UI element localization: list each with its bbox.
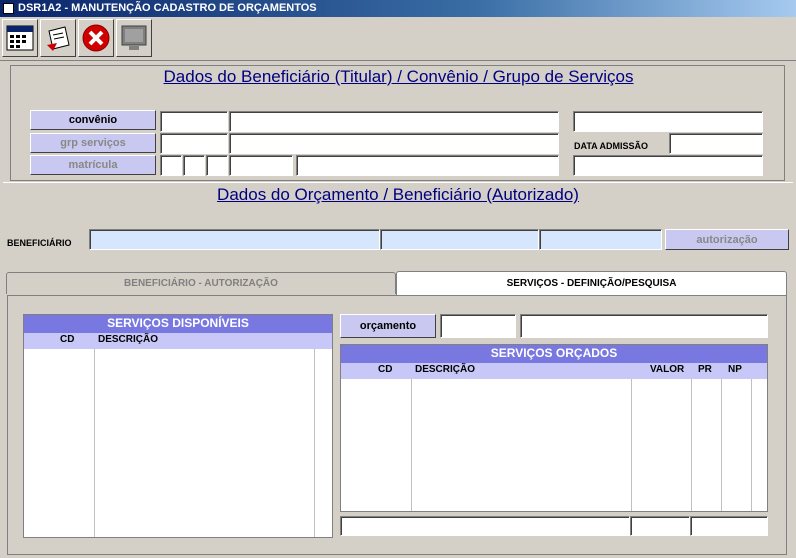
matricula-field-3[interactable]	[206, 155, 228, 176]
mid-section-title: Dados do Orçamento / Beneficiário (Autor…	[217, 185, 579, 204]
extra-field[interactable]	[573, 155, 763, 176]
grid-divider	[751, 379, 752, 511]
col-cd: CD	[60, 334, 75, 345]
beneficiario-field-3[interactable]	[539, 229, 662, 250]
servicos-disponiveis-title: SERVIÇOS DISPONÍVEIS	[24, 315, 332, 333]
servicos-disponiveis-grid: SERVIÇOS DISPONÍVEIS CD DESCRIÇÃO	[23, 314, 333, 538]
col-np: NP	[728, 364, 742, 375]
toolbar	[0, 17, 796, 61]
form-button[interactable]	[2, 19, 38, 57]
matricula-field-1[interactable]	[160, 155, 182, 176]
top-section-title: Dados do Beneficiário (Titular) / Convên…	[163, 67, 634, 86]
col-pr: PR	[698, 364, 712, 375]
grp-servicos-name-field[interactable]	[229, 133, 559, 154]
servicos-orcados-grid: SERVIÇOS ORÇADOS CD DESCRIÇÃO VALOR PR N…	[340, 344, 768, 512]
total-desc-field	[340, 516, 630, 536]
beneficiario-titular-panel: Dados do Beneficiário (Titular) / Convên…	[10, 65, 785, 181]
beneficiario-name-field[interactable]	[296, 155, 559, 176]
servicos-orcados-header-row: CD DESCRIÇÃO VALOR PR NP	[341, 363, 767, 379]
tab-servicos-definicao[interactable]: SERVIÇOS - DEFINIÇÃO/PESQUISA	[396, 271, 787, 295]
monitor-icon	[121, 25, 147, 50]
convenio-name-field[interactable]	[229, 111, 559, 132]
grp-servicos-code-field[interactable]	[160, 133, 228, 154]
orcamento-desc-field[interactable]	[520, 314, 768, 338]
tab-beneficiario-autorizacao[interactable]: BENEFICIÁRIO - AUTORIZAÇÃO	[6, 272, 396, 294]
data-admissao-label: DATA ADMISSÃO	[574, 141, 648, 151]
total-valor-field	[630, 516, 690, 536]
matricula-field-4[interactable]	[229, 155, 293, 176]
grp-servicos-button[interactable]: grp serviços	[30, 133, 156, 153]
grid-divider	[314, 349, 315, 537]
beneficiario-name-input[interactable]	[89, 229, 380, 250]
data-admissao-field[interactable]	[669, 133, 763, 154]
orcamento-button[interactable]: orçamento	[340, 314, 436, 338]
matricula-button[interactable]: matrícula	[30, 155, 156, 175]
matricula-field-2[interactable]	[183, 155, 205, 176]
monitor-button[interactable]	[116, 19, 152, 57]
grid-divider	[94, 349, 95, 537]
servicos-disponiveis-header-row: CD DESCRIÇÃO	[24, 333, 332, 349]
grid-divider	[631, 379, 632, 511]
col-descricao: DESCRIÇÃO	[98, 334, 159, 345]
autorizacao-button[interactable]: autorização	[665, 229, 789, 250]
form-icon	[6, 25, 34, 51]
app-icon	[3, 3, 14, 14]
cancel-icon	[82, 24, 110, 52]
col-cd: CD	[378, 364, 393, 375]
orcamento-panel: Dados do Orçamento / Beneficiário (Autor…	[3, 182, 793, 558]
info-field[interactable]	[573, 111, 763, 132]
grid-divider	[721, 379, 722, 511]
col-descricao: DESCRIÇÃO	[415, 364, 476, 375]
cancel-button[interactable]	[78, 19, 114, 57]
col-valor: VALOR	[650, 364, 685, 375]
convenio-code-field[interactable]	[160, 111, 228, 132]
window-title: DSR1A2 - MANUTENÇÃO CADASTRO DE ORÇAMENT…	[0, 0, 796, 17]
servicos-orcados-title: SERVIÇOS ORÇADOS	[341, 345, 767, 363]
edit-button[interactable]	[40, 19, 76, 57]
edit-icon	[47, 26, 70, 51]
grid-divider	[411, 379, 412, 511]
servicos-disponiveis-body[interactable]	[24, 349, 332, 537]
beneficiario-label: BENEFICIÁRIO	[7, 238, 72, 248]
total-extra-field	[690, 516, 768, 536]
convenio-button[interactable]: convênio	[30, 110, 156, 130]
servicos-orcados-body[interactable]	[341, 379, 767, 511]
orcamento-code-field[interactable]	[440, 314, 516, 338]
tab-content: SERVIÇOS DISPONÍVEIS CD DESCRIÇÃO orçame…	[7, 295, 787, 555]
beneficiario-field-2[interactable]	[380, 229, 539, 250]
grid-divider	[691, 379, 692, 511]
